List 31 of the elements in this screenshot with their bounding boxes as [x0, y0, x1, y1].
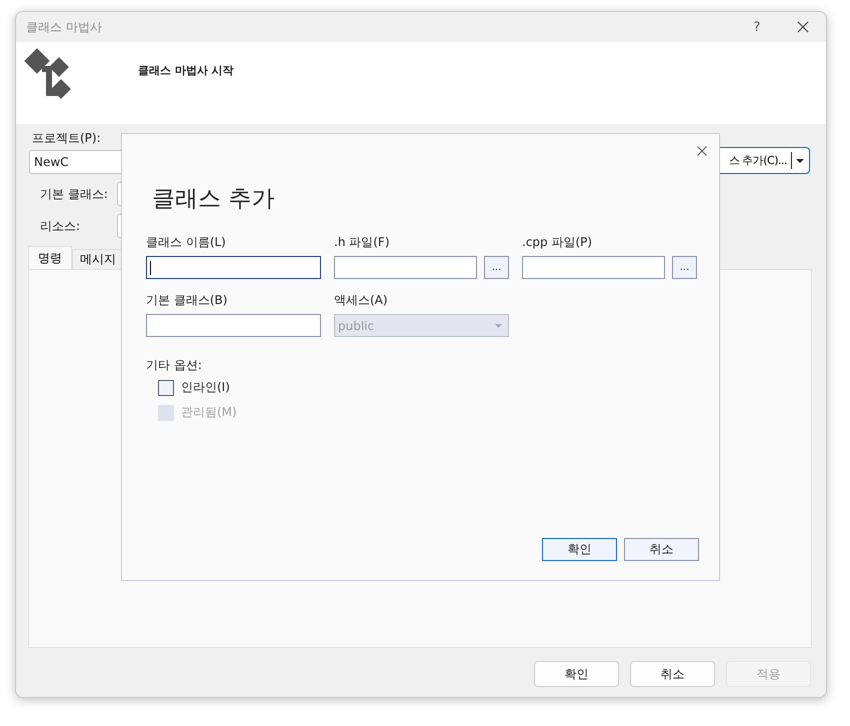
input-field[interactable]	[522, 256, 665, 279]
resource-label: 리소스:	[40, 218, 82, 234]
header-title: 클래스 마법사 시작	[138, 63, 234, 78]
field-label: .cpp 파일(P)	[522, 234, 594, 251]
dialog-button[interactable]: 확인	[534, 661, 619, 687]
field-label: 기본 클래스(B)	[146, 292, 228, 309]
checkbox[interactable]: 인라인(I)	[158, 379, 230, 396]
project-label: 프로젝트(P):	[32, 130, 102, 147]
tab[interactable]: 명령	[28, 246, 72, 269]
dialog-button[interactable]: 확인	[542, 538, 617, 561]
input-field[interactable]	[334, 256, 477, 279]
base-class-label: 기본 클래스:	[40, 186, 109, 202]
input-field[interactable]	[146, 256, 321, 279]
browse-button[interactable]: ...	[672, 256, 697, 279]
dialog-button[interactable]: 취소	[630, 661, 715, 687]
dialog-button[interactable]: 취소	[624, 538, 699, 561]
dropdown-arrow-icon	[796, 158, 804, 162]
help-button[interactable]: ?	[734, 12, 780, 42]
input-field[interactable]	[146, 314, 321, 337]
close-icon	[797, 21, 809, 33]
dropdown-arrow-icon	[495, 324, 502, 328]
tab[interactable]: 메시지	[72, 249, 124, 269]
browse-button[interactable]: ...	[484, 256, 509, 279]
window-title: 클래스 마법사	[26, 18, 102, 36]
options-label: 기타 옵션:	[146, 357, 203, 374]
field-label: 액세스(A)	[334, 292, 389, 309]
dialog-title: 클래스 추가	[152, 185, 276, 214]
close-button[interactable]	[696, 145, 708, 157]
field-label: 클래스 이름(L)	[146, 234, 227, 251]
close-icon	[697, 146, 707, 156]
field-label: .h 파일(F)	[334, 234, 390, 251]
